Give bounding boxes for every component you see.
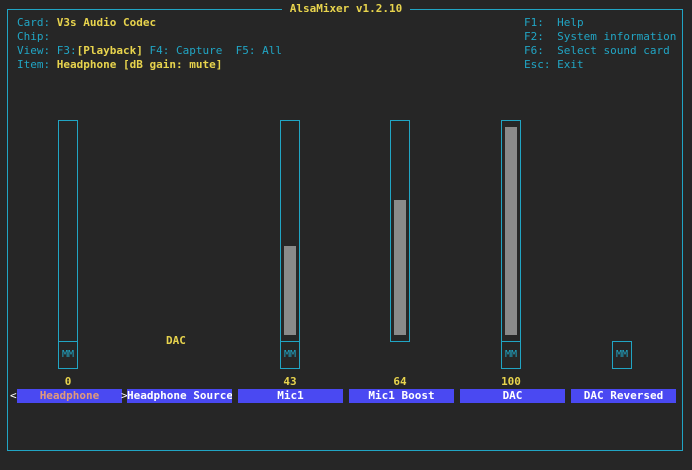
dac-volume-bar[interactable] xyxy=(501,120,521,342)
dac-reversed-switch[interactable]: MM xyxy=(612,341,632,369)
dac-value: 100 xyxy=(501,375,521,388)
dac-volume-fill xyxy=(505,127,517,335)
window-title: AlsaMixer v1.2.10 xyxy=(0,2,692,16)
control-label-headphone[interactable]: Headphone xyxy=(17,389,122,403)
control-label-dac[interactable]: DAC xyxy=(460,389,565,403)
control-label-headphone-source[interactable]: Headphone Source xyxy=(127,389,232,403)
card-label: Card: xyxy=(17,16,51,29)
view-f3-key[interactable]: F3: xyxy=(57,44,77,57)
mic1-boost-bar[interactable] xyxy=(390,120,410,342)
help-row[interactable]: F2: System information xyxy=(524,30,676,44)
mic1-mute-box[interactable]: MM xyxy=(280,341,300,369)
item-value: Headphone [dB gain: mute] xyxy=(56,58,223,71)
help-row[interactable]: F6: Select sound card xyxy=(524,44,676,58)
card-info: Card: V3s Audio Codec Chip: View: F3:[Pl… xyxy=(17,16,282,72)
help-key: F1: xyxy=(524,16,544,29)
mic1-volume-fill xyxy=(284,246,296,335)
dac-mute-box[interactable]: MM xyxy=(501,341,521,369)
card-value: V3s Audio Codec xyxy=(56,16,157,29)
headphone-source-value[interactable]: DAC xyxy=(166,334,186,348)
headphone-value: 0 xyxy=(64,375,72,388)
headphone-mute-box[interactable]: MM xyxy=(58,341,78,369)
help-text: Select sound card xyxy=(557,44,670,57)
control-label-dac-reversed[interactable]: DAC Reversed xyxy=(571,389,676,403)
headphone-volume-bar[interactable] xyxy=(58,120,78,342)
help-key: Esc: xyxy=(524,58,551,71)
help-row[interactable]: Esc: Exit xyxy=(524,58,676,72)
control-label-mic1[interactable]: Mic1 xyxy=(238,389,343,403)
view-all[interactable]: F5: All xyxy=(236,44,282,57)
control-label-mic1-boost[interactable]: Mic1 Boost xyxy=(349,389,454,403)
help-text: Help xyxy=(557,16,584,29)
view-playback[interactable]: [Playback] xyxy=(77,44,143,57)
mic1-volume-bar[interactable] xyxy=(280,120,300,342)
help-text: Exit xyxy=(557,58,584,71)
mic1-value: 43 xyxy=(283,375,297,388)
help-key: F6: xyxy=(524,44,544,57)
chip-label: Chip: xyxy=(17,30,51,43)
help-row[interactable]: F1: Help xyxy=(524,16,676,30)
scroll-left-arrow[interactable]: < xyxy=(10,389,17,403)
mixer-frame xyxy=(7,9,683,451)
view-label: View: xyxy=(17,44,51,57)
help-text: System information xyxy=(557,30,677,43)
mic1-boost-fill xyxy=(394,200,406,335)
item-label: Item: xyxy=(17,58,51,71)
help-keys: F1: Help F2: System information F6: Sele… xyxy=(524,16,676,72)
view-capture[interactable]: F4: Capture xyxy=(149,44,222,57)
mic1-boost-value: 64 xyxy=(393,375,407,388)
help-key: F2: xyxy=(524,30,544,43)
